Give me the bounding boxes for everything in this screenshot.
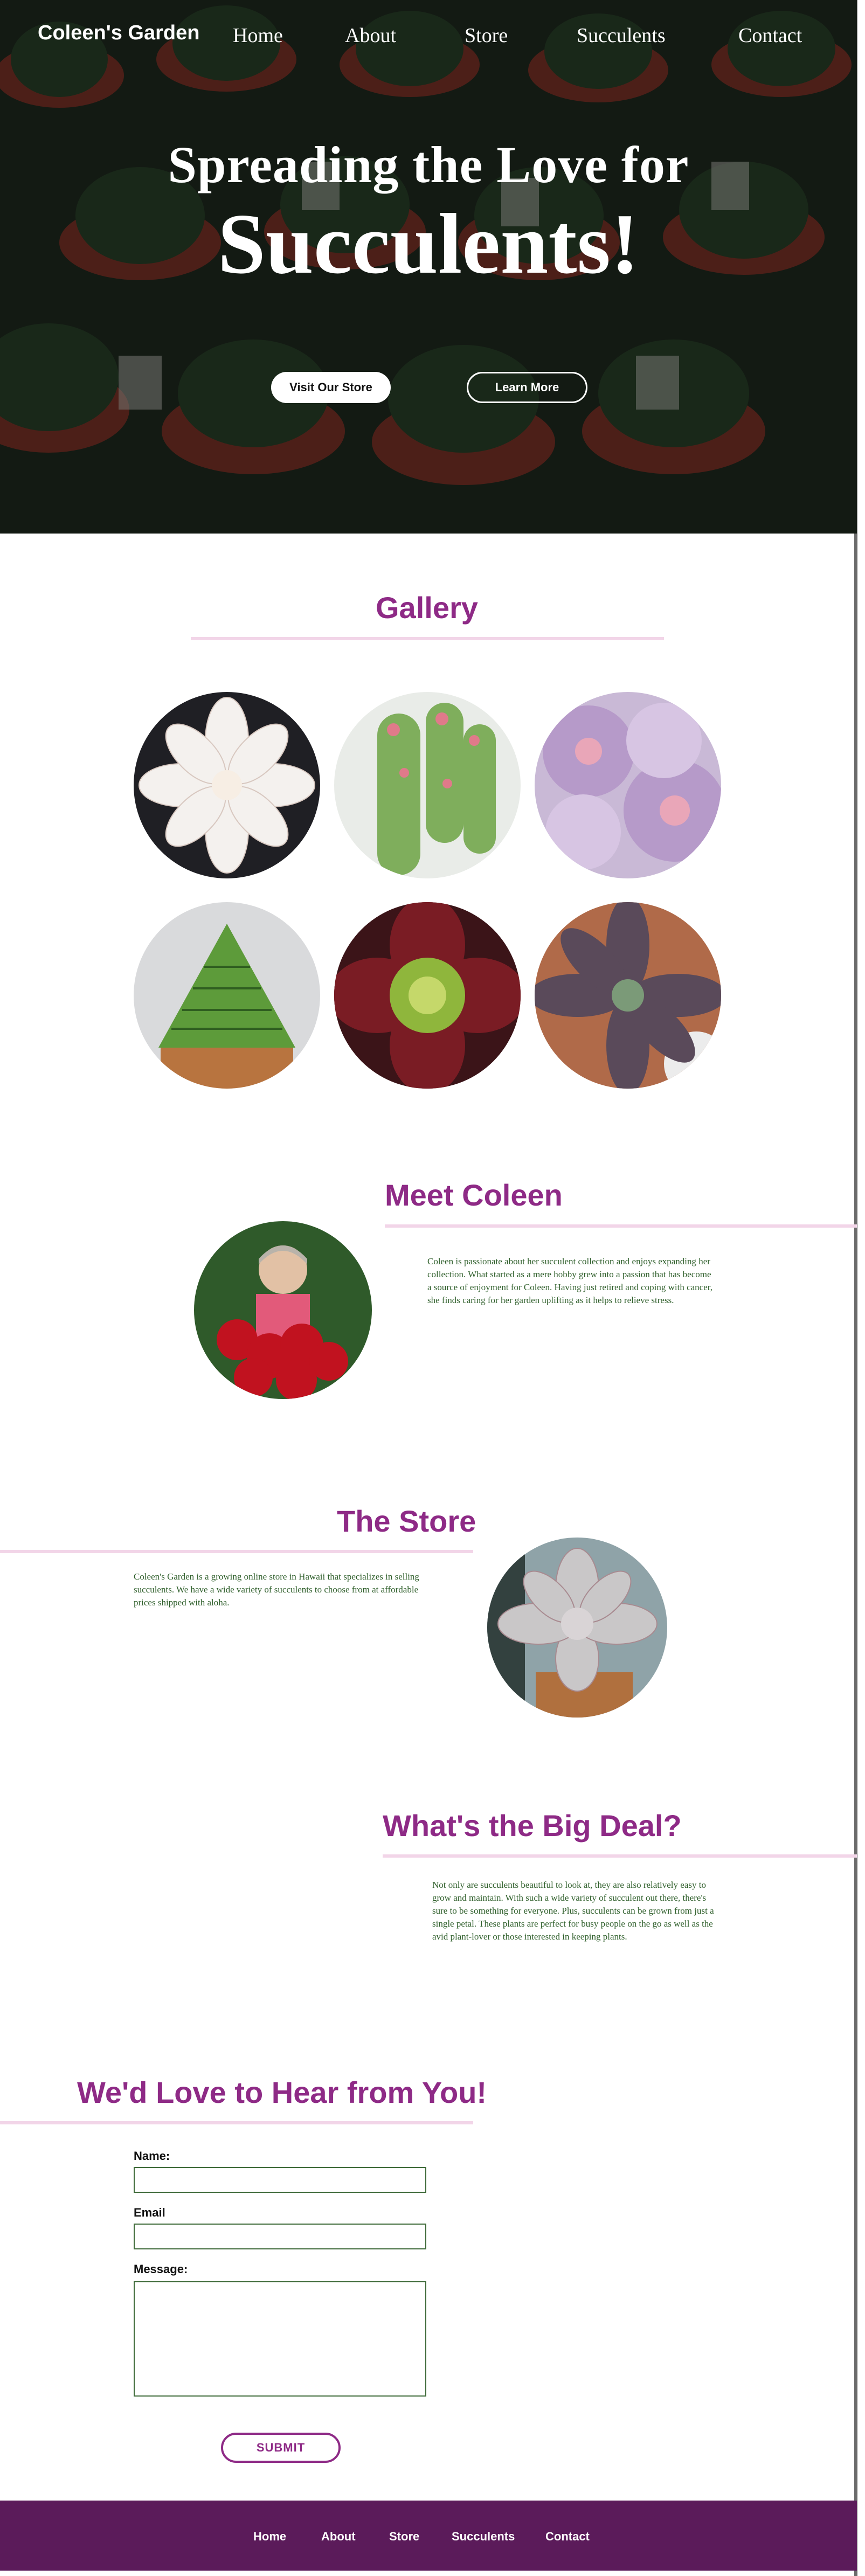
learn-more-button[interactable]: Learn More [467, 372, 587, 403]
gallery-photo-white-succulent [134, 692, 320, 878]
gallery-photo-burros-tail [334, 692, 521, 878]
the-store-text: Coleen's Garden is a growing online stor… [134, 1571, 419, 1608]
the-store-rule [0, 1550, 473, 1553]
name-input[interactable] [134, 2167, 426, 2193]
email-input[interactable] [134, 2224, 426, 2249]
visit-store-button[interactable]: Visit Our Store [271, 372, 391, 403]
footer-nav-succulents[interactable]: Succulents [452, 2530, 515, 2544]
footer-nav-contact[interactable]: Contact [545, 2530, 590, 2544]
message-label: Message: [134, 2262, 188, 2276]
email-label: Email [134, 2206, 165, 2219]
footer-nav-store[interactable]: Store [389, 2530, 419, 2544]
meet-coleen-rule [385, 1224, 857, 1228]
nav-store[interactable]: Store [465, 24, 508, 47]
hero-heading-line2: Succulents! [217, 196, 640, 292]
nav-succulents[interactable]: Succulents [577, 24, 666, 47]
store-echeveria-photo [487, 1538, 667, 1718]
footer-nav-about[interactable]: About [321, 2530, 356, 2544]
gallery-photo-green-rosette [334, 902, 521, 1089]
hero-heading-line1: Spreading the Love for [168, 136, 689, 193]
footer-nav-home[interactable]: Home [253, 2530, 286, 2544]
name-label: Name: [134, 2149, 170, 2163]
hero-section: Coleen's Garden Home About Store Succule… [0, 0, 857, 534]
meet-coleen-text: Coleen is passionate about her succulent… [427, 1256, 712, 1305]
footer: Home About Store Succulents Contact [0, 2501, 857, 2571]
meet-coleen-title: Meet Coleen [385, 1178, 563, 1212]
page-right-margin [857, 0, 865, 2576]
big-deal-text: Not only are succulents beautiful to loo… [432, 1880, 714, 1942]
contact-title: We'd Love to Hear from You! [77, 2075, 487, 2109]
gallery-title: Gallery [376, 591, 478, 625]
site-logo[interactable]: Coleen's Garden [38, 22, 199, 45]
contact-rule [0, 2121, 473, 2124]
message-textarea[interactable] [134, 2281, 426, 2397]
nav-about[interactable]: About [345, 24, 396, 47]
gallery-photo-stacked-crassula [134, 902, 320, 1089]
submit-button[interactable]: SUBMIT [221, 2433, 341, 2463]
the-store-title: The Store [337, 1504, 476, 1538]
gallery-rule [191, 637, 664, 640]
nav-contact[interactable]: Contact [738, 24, 802, 47]
big-deal-rule [383, 1854, 857, 1858]
nav-home[interactable]: Home [233, 24, 283, 47]
gallery-photo-pastel-succulents [535, 692, 721, 878]
coleen-portrait-photo [194, 1221, 372, 1399]
gallery-photo-dark-echeveria [535, 902, 721, 1089]
big-deal-title: What's the Big Deal? [383, 1809, 682, 1843]
